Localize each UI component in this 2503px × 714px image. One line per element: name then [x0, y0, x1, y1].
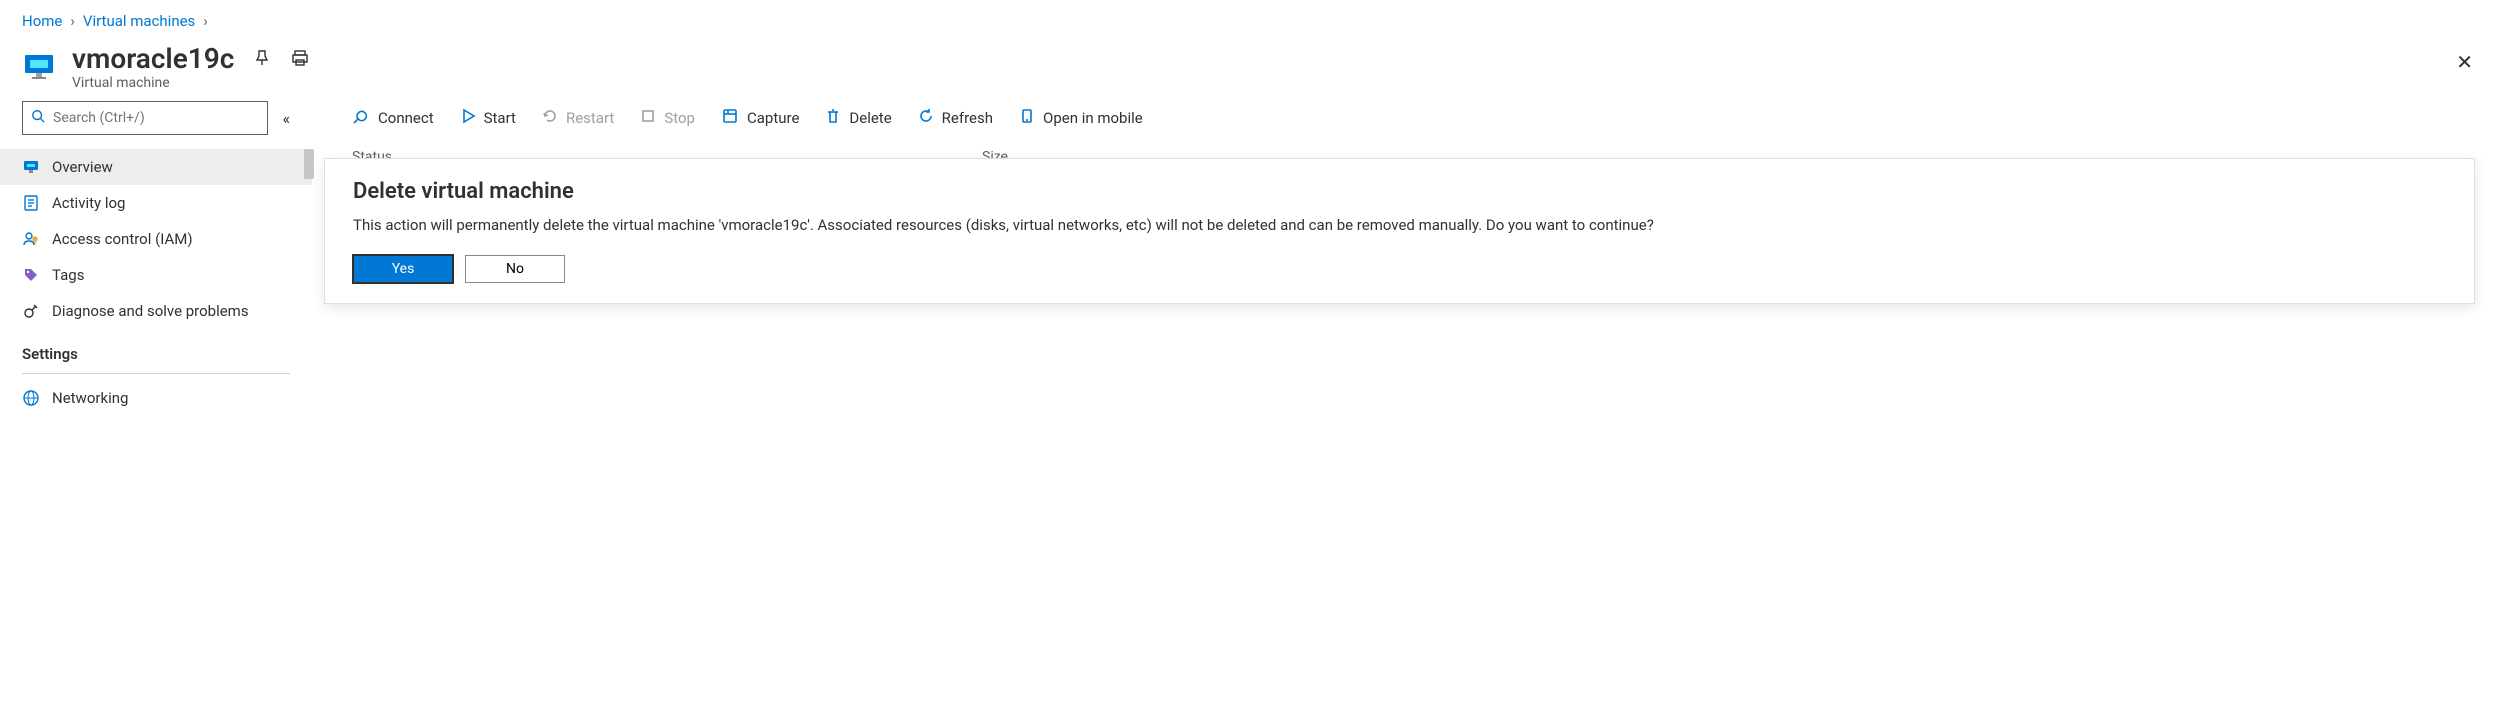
- activity-log-icon: [22, 194, 40, 212]
- start-button[interactable]: Start: [460, 108, 516, 128]
- search-input[interactable]: [53, 110, 259, 126]
- delete-confirmation-dialog: Delete virtual machine This action will …: [324, 158, 2475, 304]
- capture-button[interactable]: Capture: [721, 107, 799, 129]
- dialog-message: This action will permanently delete the …: [353, 214, 2446, 237]
- pin-icon[interactable]: [252, 48, 272, 68]
- sidebar-item-label: Networking: [52, 389, 128, 407]
- sidebar-item-label: Tags: [52, 266, 84, 284]
- sidebar-item-diagnose[interactable]: Diagnose and solve problems: [0, 293, 312, 329]
- connect-button[interactable]: Connect: [352, 107, 434, 129]
- breadcrumb-virtual-machines[interactable]: Virtual machines: [83, 12, 195, 30]
- chevron-right-icon: ›: [203, 12, 208, 30]
- sidebar-item-label: Access control (IAM): [52, 230, 193, 248]
- networking-icon: [22, 389, 40, 407]
- tags-icon: [22, 266, 40, 284]
- restart-button: Restart: [542, 108, 614, 128]
- search-input-container[interactable]: [22, 101, 268, 135]
- confirm-no-button[interactable]: No: [465, 255, 565, 283]
- open-in-mobile-button[interactable]: Open in mobile: [1019, 108, 1143, 128]
- refresh-icon: [918, 108, 934, 128]
- refresh-button[interactable]: Refresh: [918, 108, 993, 128]
- resource-type: Virtual machine: [72, 75, 234, 91]
- toolbar-label: Capture: [747, 109, 799, 127]
- sidebar-item-networking[interactable]: Networking: [0, 380, 312, 416]
- toolbar-label: Refresh: [942, 109, 993, 127]
- breadcrumb-home[interactable]: Home: [22, 12, 62, 30]
- delete-icon: [825, 108, 841, 128]
- start-icon: [460, 108, 476, 128]
- dialog-title: Delete virtual machine: [353, 179, 2446, 204]
- sidebar-item-overview[interactable]: Overview: [0, 149, 312, 185]
- virtual-machine-icon: [22, 49, 58, 85]
- toolbar-label: Stop: [664, 109, 695, 127]
- close-icon[interactable]: ✕: [2456, 50, 2473, 74]
- restart-icon: [542, 108, 558, 128]
- page-title-row: vmoracle19c Virtual machine: [0, 42, 2503, 101]
- virtual-machine-icon: [22, 158, 40, 176]
- mobile-icon: [1019, 108, 1035, 128]
- delete-button[interactable]: Delete: [825, 108, 891, 128]
- sidebar-item-tags[interactable]: Tags: [0, 257, 312, 293]
- command-bar: Connect Start Restart: [312, 101, 2503, 139]
- sidebar-item-label: Overview: [52, 158, 113, 176]
- sidebar-section-settings: Settings: [22, 329, 290, 374]
- toolbar-label: Restart: [566, 109, 614, 127]
- stop-button: Stop: [640, 108, 695, 128]
- page-title: vmoracle19c: [72, 42, 234, 75]
- toolbar-label: Open in mobile: [1043, 109, 1143, 127]
- confirm-yes-button[interactable]: Yes: [353, 255, 453, 283]
- diagnose-icon: [22, 302, 40, 320]
- chevron-right-icon: ›: [70, 12, 75, 30]
- toolbar-label: Connect: [378, 109, 434, 127]
- sidebar: « Overview: [0, 101, 312, 416]
- collapse-sidebar-icon[interactable]: «: [282, 109, 290, 128]
- toolbar-label: Start: [484, 109, 516, 127]
- access-control-icon: [22, 230, 40, 248]
- sidebar-item-label: Activity log: [52, 194, 125, 212]
- sidebar-item-access-control[interactable]: Access control (IAM): [0, 221, 312, 257]
- sidebar-item-label: Diagnose and solve problems: [52, 302, 249, 320]
- sidebar-item-activity-log[interactable]: Activity log: [0, 185, 312, 221]
- print-icon[interactable]: [290, 48, 310, 68]
- breadcrumb: Home › Virtual machines ›: [0, 0, 2503, 42]
- connect-icon: [352, 107, 370, 129]
- toolbar-label: Delete: [849, 109, 891, 127]
- search-icon: [31, 109, 45, 127]
- stop-icon: [640, 108, 656, 128]
- capture-icon: [721, 107, 739, 129]
